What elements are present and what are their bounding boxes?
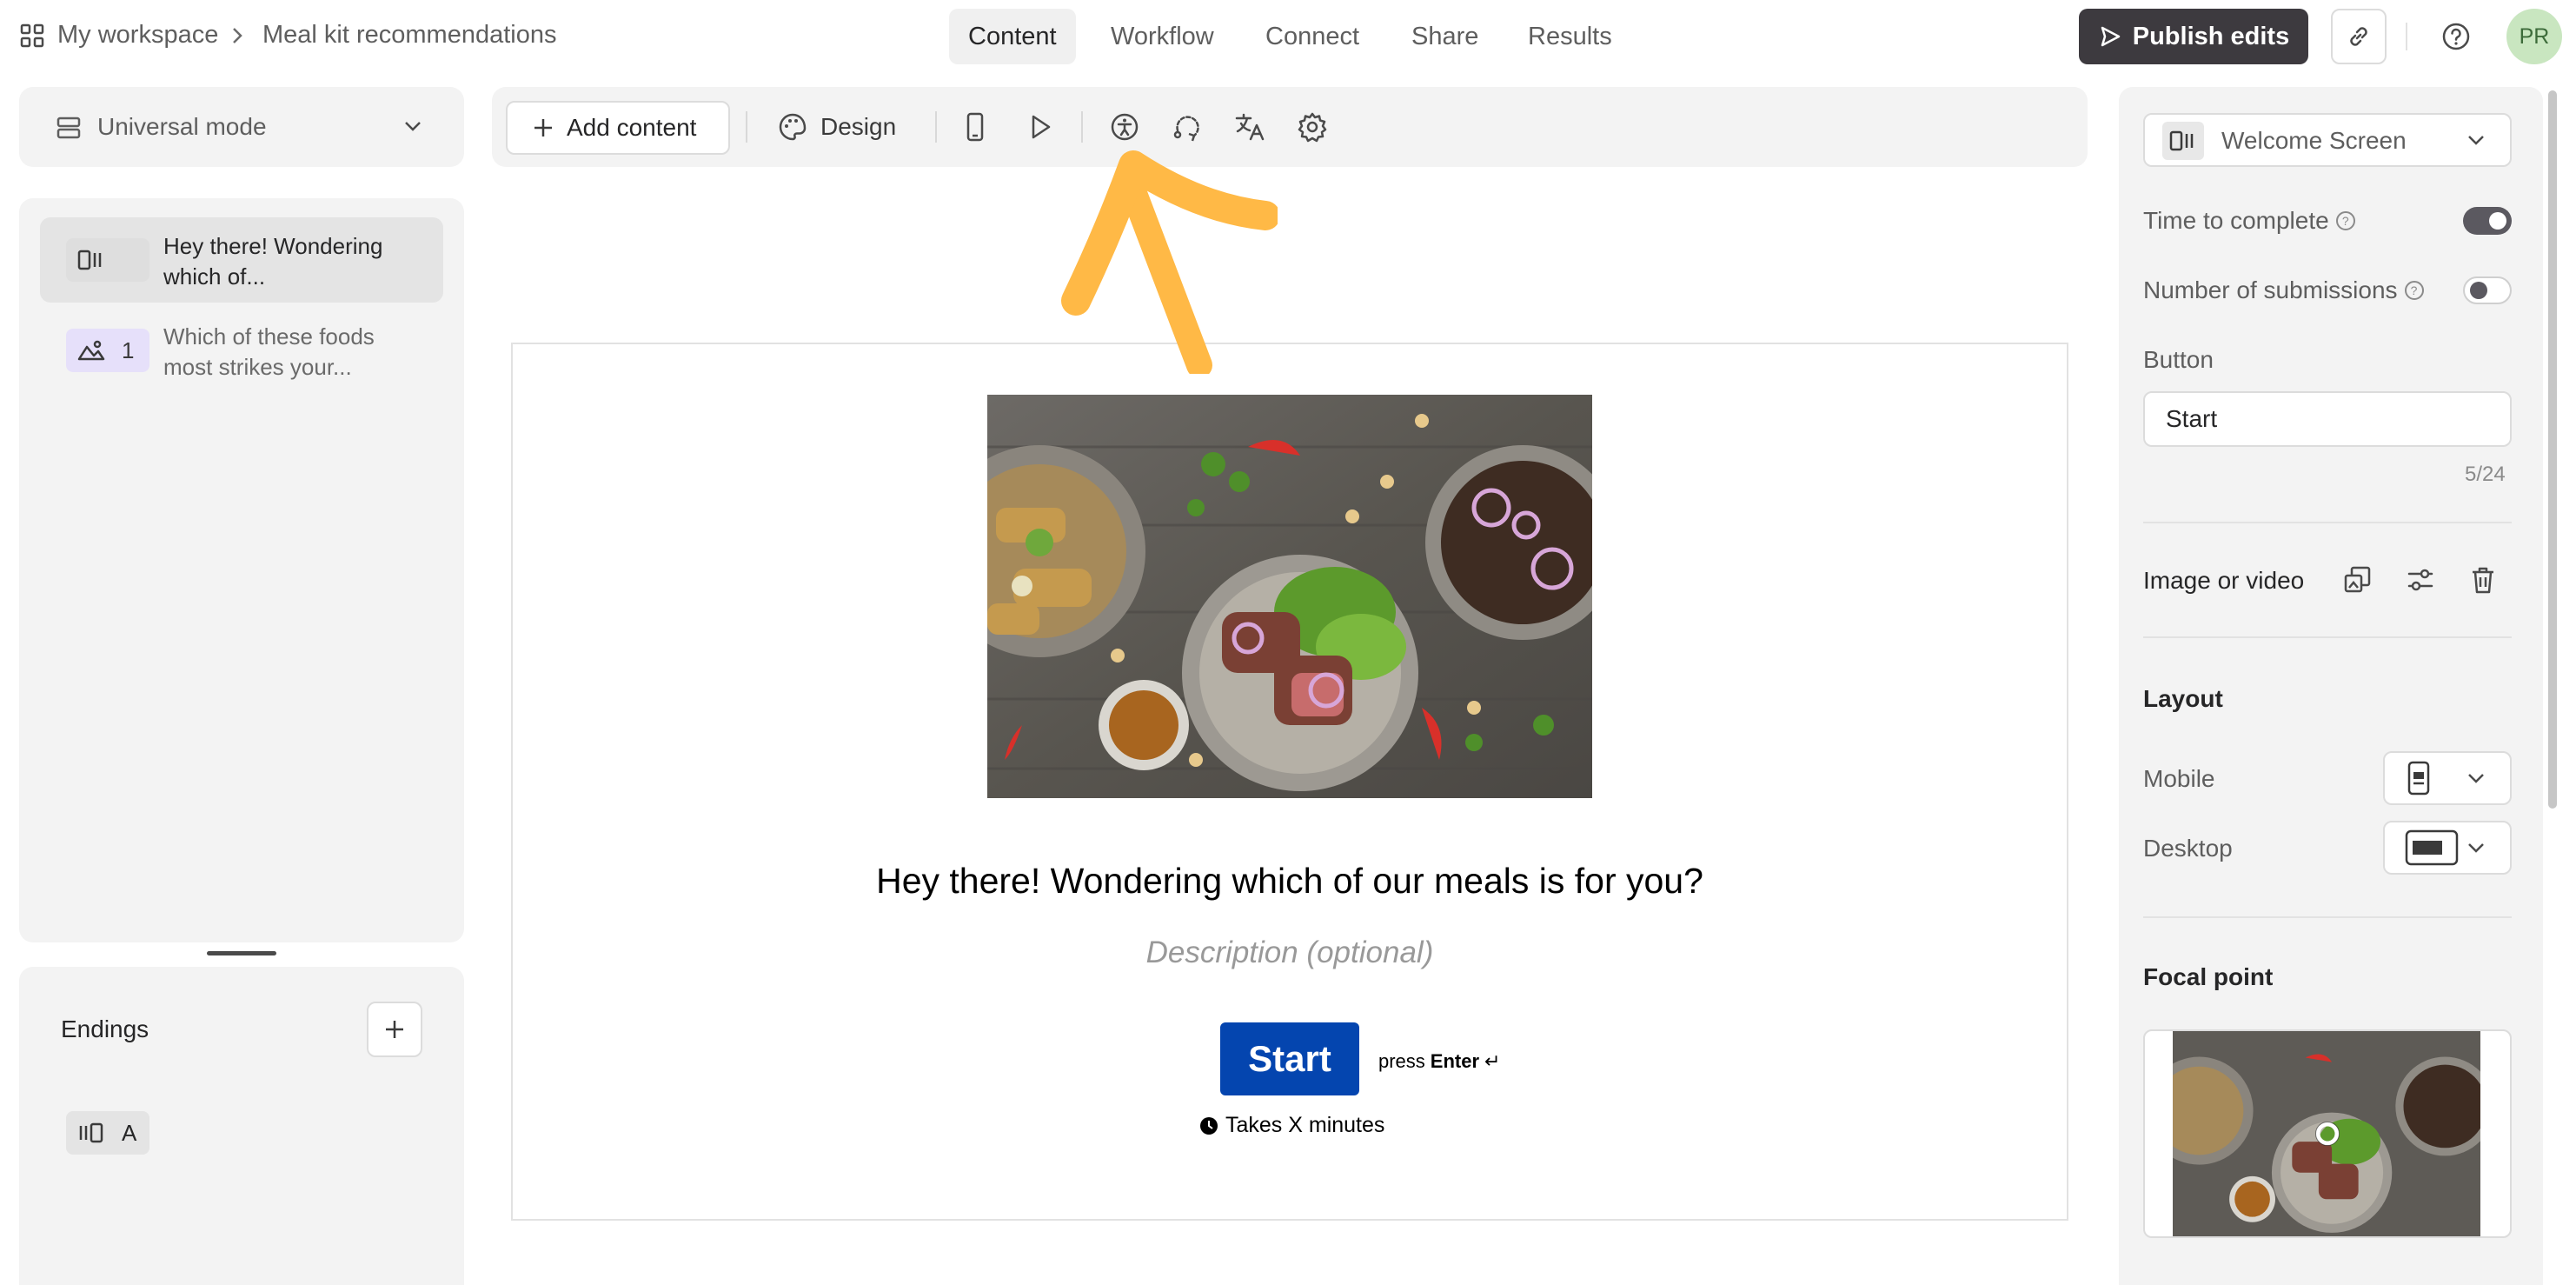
chevron-down-icon [2465, 840, 2487, 856]
desktop-layout-label: Desktop [2143, 835, 2233, 862]
mobile-layout-label: Mobile [2143, 765, 2215, 792]
button-label-input[interactable]: Start [2143, 391, 2512, 447]
screen-type-label: Welcome Screen [2221, 127, 2407, 154]
question-badge [66, 238, 149, 282]
copy-link-button[interactable] [2331, 9, 2387, 64]
time-to-complete-setting: Time to complete ? [2143, 207, 2355, 235]
time-to-complete-toggle[interactable] [2463, 207, 2512, 235]
endings-heading: Endings [61, 1015, 149, 1042]
mobile-layout-icon [2404, 760, 2433, 796]
divider [2406, 23, 2407, 50]
focal-point-marker[interactable] [2314, 1120, 2341, 1148]
tab-content[interactable]: Content [949, 9, 1076, 64]
help-icon[interactable]: ? [2335, 211, 2355, 230]
welcome-image[interactable] [987, 395, 1592, 798]
ending-item[interactable]: A [66, 1111, 149, 1155]
divider [2143, 916, 2512, 918]
avatar[interactable]: PR [2506, 9, 2562, 64]
arrow-annotation [1060, 130, 1278, 374]
chevron-down-icon [2465, 770, 2487, 786]
submissions-setting: Number of submissions ? [2143, 276, 2424, 304]
time-label: Takes X minutes [1225, 1113, 1385, 1137]
mobile-layout-select[interactable] [2383, 751, 2512, 805]
editor-toolbar [492, 87, 2088, 167]
divider [2143, 636, 2512, 638]
add-ending-button[interactable] [367, 1002, 422, 1057]
focal-point-heading: Focal point [2143, 963, 2274, 990]
chevron-right-icon [229, 24, 245, 47]
ending-letter: A [122, 1119, 137, 1146]
publish-button[interactable]: Publish edits [2079, 9, 2308, 64]
breadcrumb-workspace[interactable]: My workspace [57, 21, 218, 50]
breadcrumb-form-name[interactable]: Meal kit recommendations [262, 21, 556, 50]
image-video-label: Image or video [2143, 567, 2305, 594]
start-button[interactable]: Start [1220, 1022, 1359, 1095]
link-icon [2346, 23, 2372, 50]
add-content-label: Add content [567, 114, 697, 141]
welcome-screen-icon [2162, 122, 2204, 160]
clock-icon [1199, 1116, 1218, 1135]
chevron-down-icon [2465, 132, 2487, 148]
help-icon[interactable] [2439, 19, 2473, 54]
layout-heading: Layout [2143, 685, 2223, 712]
tab-results[interactable]: Results [1509, 9, 1631, 64]
press-enter-hint: press Enter ↵ [1378, 1050, 1500, 1073]
divider [746, 111, 747, 143]
submissions-label: Number of submissions [2143, 276, 2398, 303]
replace-image-icon[interactable] [2341, 563, 2374, 596]
design-label: Design [820, 113, 897, 140]
plus-icon [532, 117, 554, 139]
time-to-complete-label: Time to complete [2143, 207, 2329, 234]
trash-icon[interactable] [2466, 563, 2500, 596]
enter-label: Enter [1430, 1050, 1480, 1072]
welcome-description[interactable]: Description (optional) [511, 935, 2068, 970]
question-badge: 1 [66, 329, 149, 372]
panel-resize-handle[interactable] [207, 951, 276, 955]
design-button[interactable]: Design [777, 111, 896, 143]
button-section-label: Button [2143, 346, 2214, 373]
tab-workflow[interactable]: Workflow [1092, 9, 1233, 64]
divider [2143, 522, 2512, 523]
scrollbar[interactable] [2548, 90, 2557, 809]
list-item[interactable]: 1 Which of these foods most strikes your… [40, 308, 443, 393]
play-icon[interactable] [1022, 110, 1057, 144]
list-item[interactable]: Hey there! Wondering which of... [40, 217, 443, 303]
picture-choice-icon [76, 338, 106, 363]
welcome-screen-icon [76, 249, 106, 271]
welcome-title[interactable]: Hey there! Wondering which of our meals … [511, 861, 2068, 902]
question-text: Hey there! Wondering which of... [163, 233, 383, 290]
mode-label: Universal mode [97, 113, 267, 140]
submissions-toggle[interactable] [2463, 276, 2512, 304]
publish-label: Publish edits [2132, 22, 2290, 50]
help-icon[interactable]: ? [2404, 281, 2424, 300]
plus-icon [382, 1017, 407, 1042]
divider [935, 111, 937, 143]
tab-connect[interactable]: Connect [1246, 9, 1378, 64]
press-label: press [1378, 1050, 1425, 1072]
chevron-down-icon [402, 118, 424, 134]
image-settings-icon[interactable] [2404, 563, 2437, 596]
question-text: Which of these foods most strikes your..… [163, 323, 375, 380]
send-icon [2098, 24, 2122, 49]
mobile-preview-icon[interactable] [959, 110, 991, 144]
character-count: 5/24 [2465, 463, 2506, 486]
enter-icon: ↵ [1484, 1050, 1501, 1072]
desktop-layout-icon [2404, 828, 2460, 868]
add-content-button[interactable]: Add content [506, 101, 730, 155]
tab-share[interactable]: Share [1392, 9, 1497, 64]
ending-screen-icon [76, 1122, 106, 1144]
question-number: 1 [122, 336, 135, 363]
layers-icon [56, 115, 82, 141]
grid-icon[interactable] [19, 23, 45, 49]
time-to-complete: Takes X minutes [1199, 1113, 1384, 1138]
gear-icon[interactable] [1295, 110, 1330, 144]
palette-icon [777, 111, 808, 143]
top-bar: My workspace Meal kit recommendations Co… [0, 0, 2576, 73]
